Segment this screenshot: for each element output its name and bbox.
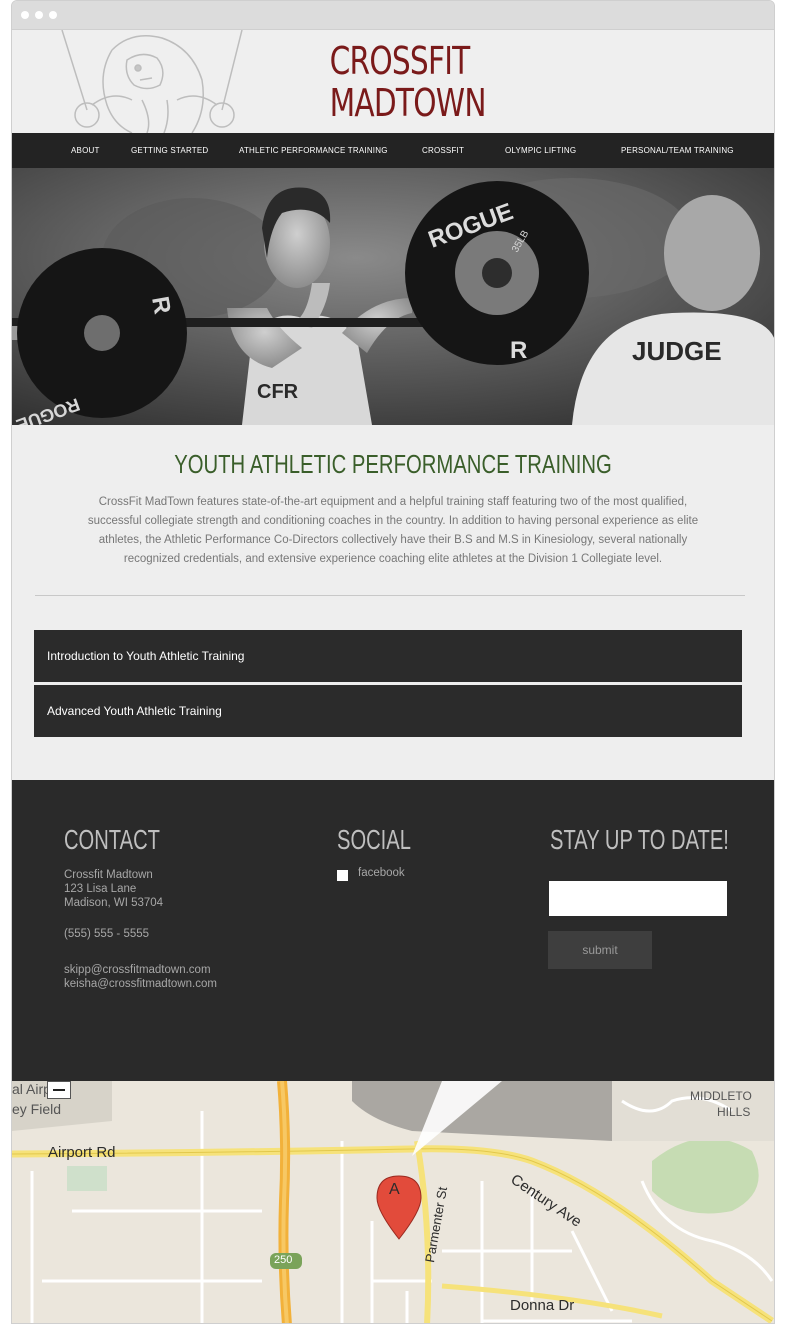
section-divider <box>35 595 745 596</box>
contact-heading: CONTACT <box>64 824 160 855</box>
browser-chrome <box>12 1 774 30</box>
site-header: CROSSFIT MADTOWN <box>12 30 774 133</box>
contact-email-skipp[interactable]: skipp@crossfitmadtown.com <box>64 963 211 978</box>
social-heading: SOCIAL <box>337 824 411 855</box>
nav-item-getting-started[interactable]: GETTING STARTED <box>131 133 208 168</box>
map-route-250: 250 <box>274 1254 293 1266</box>
contact-email-keisha[interactable]: keisha@crossfitmadtown.com <box>64 977 217 992</box>
nav-item-olympic-lifting[interactable]: OLYMPIC LIFTING <box>505 133 576 168</box>
main-nav: ABOUT GETTING STARTED ATHLETIC PERFORMAN… <box>12 133 774 168</box>
judge-shirt-text: JUDGE <box>632 336 722 366</box>
window-dot-icon[interactable] <box>35 11 43 19</box>
contact-street: 123 Lisa Lane <box>64 883 137 895</box>
brand-line-1: CROSSFIT <box>329 39 471 83</box>
newsletter-heading: STAY UP TO DATE! <box>550 824 729 855</box>
map-canvas <box>12 1081 774 1323</box>
map-label-middleton: MIDDLETO <box>690 1089 752 1103</box>
intro-paragraph: CrossFit MadTown features state-of-the-a… <box>87 496 699 565</box>
nav-item-athletic-performance[interactable]: ATHLETIC PERFORMANCE TRAINING <box>239 133 388 168</box>
submit-button[interactable]: submit <box>548 931 652 969</box>
map-marker-label: A <box>389 1181 400 1198</box>
weightlifter-photo: ROGUE R ROGUE 35LB R JUDGE CFR <box>12 168 774 425</box>
map-zoom-out-button[interactable] <box>47 1081 71 1099</box>
facebook-icon[interactable] <box>337 870 348 881</box>
nav-item-crossfit[interactable]: CROSSFIT <box>422 133 464 168</box>
site-footer: CONTACT Crossfit Madtown 123 Lisa Lane M… <box>12 780 774 1081</box>
hero-image: ROGUE R ROGUE 35LB R JUDGE CFR <box>12 168 774 425</box>
map-label-hills: HILLS <box>717 1105 751 1119</box>
accordion-item-intro-youth[interactable]: Introduction to Youth Athletic Training <box>34 630 742 682</box>
facebook-link[interactable]: facebook <box>358 867 405 879</box>
newsletter-email-input[interactable] <box>549 881 727 916</box>
minus-icon <box>53 1089 65 1091</box>
contact-city: Madison, WI 53704 <box>64 897 164 909</box>
browser-frame: CROSSFIT MADTOWN ABOUT GETTING STARTED A… <box>11 0 775 1324</box>
nav-item-about[interactable]: ABOUT <box>71 133 100 168</box>
window-dot-icon[interactable] <box>49 11 57 19</box>
map-label-donna-dr: Donna Dr <box>510 1297 575 1314</box>
accordion-item-advanced-youth[interactable]: Advanced Youth Athletic Training <box>34 685 742 737</box>
mascot-logo-icon <box>61 30 243 133</box>
location-map[interactable]: Airport Rd Century Ave Parmenter St Donn… <box>12 1081 774 1323</box>
contact-phone: (555) 555 - 5555 <box>64 928 150 940</box>
brand-logo[interactable]: CROSSFIT MADTOWN <box>329 39 487 125</box>
window-dot-icon[interactable] <box>21 11 29 19</box>
map-label-airport-rd: Airport Rd <box>48 1144 116 1161</box>
page-title: YOUTH ATHLETIC PERFORMANCE TRAINING <box>174 449 612 479</box>
map-label-field: ey Field <box>12 1101 62 1117</box>
contact-name: Crossfit Madtown <box>64 869 153 881</box>
brand-line-2: MADTOWN <box>329 81 487 125</box>
svg-text:R: R <box>510 337 527 364</box>
nav-item-personal-team[interactable]: PERSONAL/TEAM TRAINING <box>621 133 734 168</box>
athlete-shirt-text: CFR <box>257 381 299 403</box>
